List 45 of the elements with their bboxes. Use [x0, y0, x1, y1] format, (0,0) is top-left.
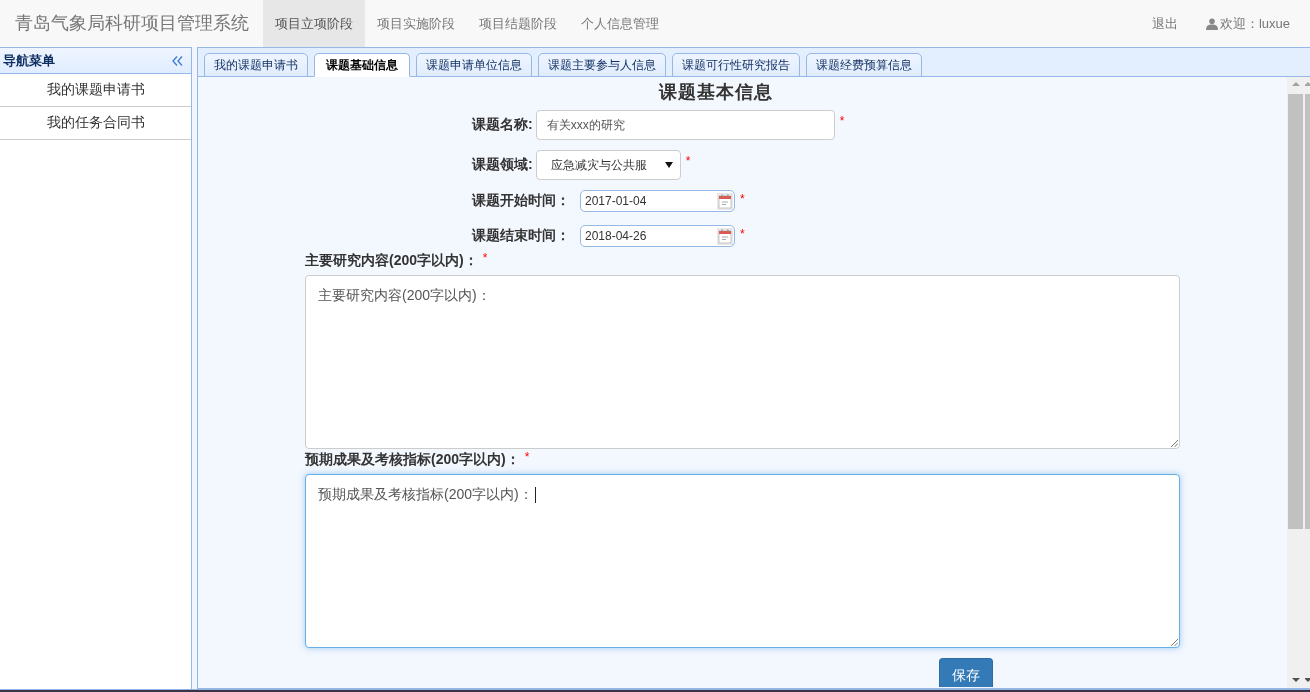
form-title: 课题基本信息 [657, 81, 774, 104]
resize-grip-icon[interactable] [1170, 439, 1178, 447]
sidebar-item[interactable]: 我的任务合同书 [0, 107, 191, 140]
calendar-icon[interactable] [717, 227, 733, 245]
date-field[interactable]: 2018-04-26 [580, 225, 735, 247]
field-label: 课题结束时间： [472, 227, 570, 245]
field-label: 课题开始时间： [472, 192, 570, 210]
text-cursor-icon [534, 487, 536, 504]
save-button[interactable]: 保存 [939, 658, 993, 687]
field-label: 课题领域: [472, 156, 533, 174]
dropdown-arrow-icon [664, 162, 673, 168]
tab[interactable]: 课题经费预算信息 [806, 53, 922, 77]
tab[interactable]: 我的课题申请书 [204, 53, 308, 77]
required-asterisk: * [740, 192, 745, 206]
double-chevron-left-icon[interactable] [172, 55, 183, 66]
field-label: 课题名称: [472, 116, 533, 134]
nav-menu-item[interactable]: 个人信息管理 [569, 0, 671, 47]
sidebar-item[interactable]: 我的课题申请书 [0, 74, 191, 107]
textarea-field[interactable]: 主要研究内容(200字以内)： [305, 275, 1180, 449]
nav-menu-item[interactable]: 项目实施阶段 [365, 0, 467, 47]
required-asterisk: * [524, 450, 530, 464]
required-asterisk: * [482, 251, 488, 265]
tab[interactable]: 课题可行性研究报告 [672, 53, 800, 77]
required-asterisk: * [839, 114, 845, 128]
vertical-scrollbar[interactable] [1287, 77, 1310, 688]
sidebar-title: 导航菜单 [3, 51, 55, 70]
field-label: 预期成果及考核指标(200字以内)： [305, 451, 520, 469]
calendar-icon[interactable] [717, 192, 733, 210]
tab[interactable]: 课题基础信息 [314, 53, 410, 77]
date-field[interactable]: 2017-01-04 [580, 190, 735, 212]
select-dropdown[interactable]: 应急减灾与公共服 [535, 150, 681, 180]
app-title: 青岛气象局科研项目管理系统 [14, 12, 250, 35]
textarea-field[interactable]: 预期成果及考核指标(200字以内)： [305, 474, 1180, 648]
required-asterisk: * [740, 227, 745, 241]
tab[interactable]: 课题主要参与人信息 [538, 53, 666, 77]
user-icon [1205, 17, 1218, 30]
required-asterisk: * [685, 154, 691, 168]
user-menu-link[interactable]: 欢迎：luxue [1205, 14, 1290, 33]
tab[interactable]: 课题申请单位信息 [416, 53, 532, 77]
resize-grip-icon[interactable] [1170, 638, 1178, 646]
nav-menu-item[interactable]: 项目立项阶段 [263, 0, 365, 47]
nav-menu-item[interactable]: 项目结题阶段 [467, 0, 569, 47]
logout-link[interactable]: 退出 [1151, 14, 1178, 33]
field-label: 主要研究内容(200字以内)： [305, 252, 478, 270]
text-field[interactable]: 有关xxx的研究 [535, 110, 835, 140]
